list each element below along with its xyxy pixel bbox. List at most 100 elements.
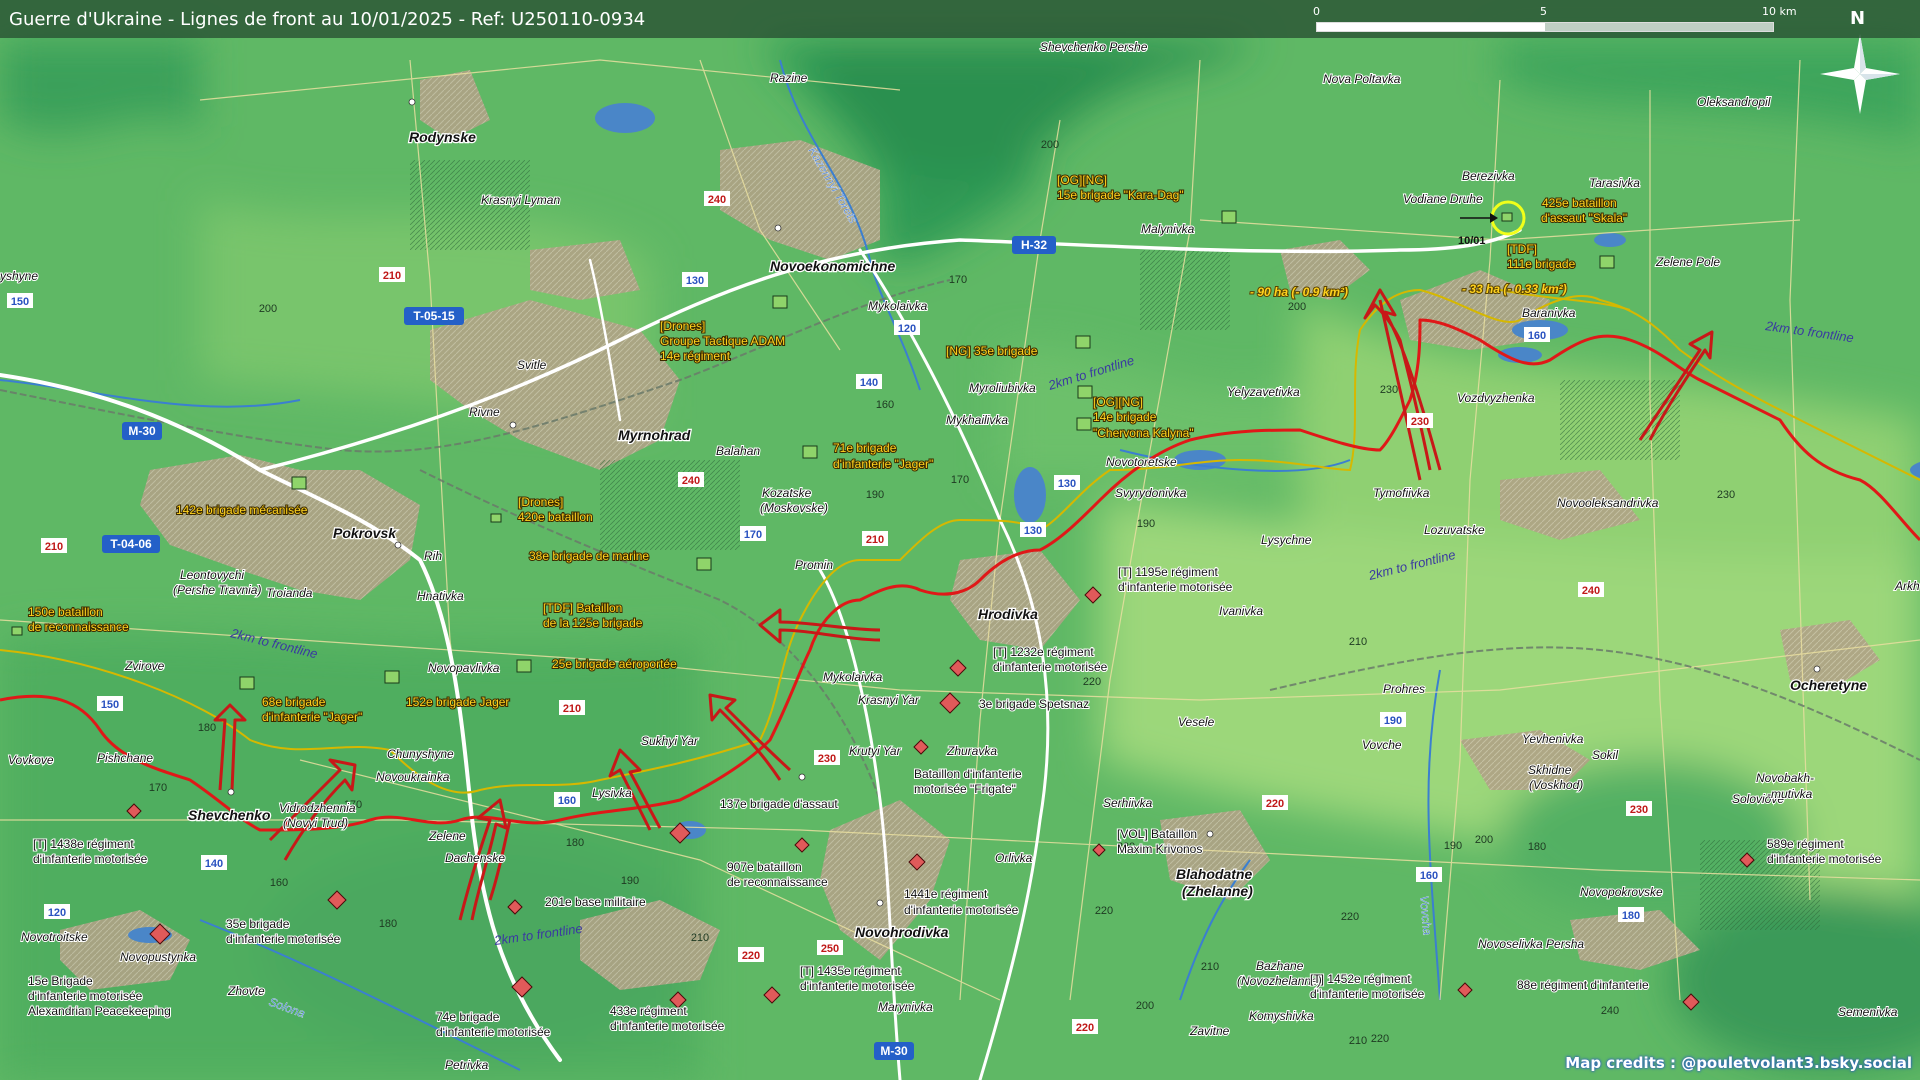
svg-text:15e brigade "Kara-Dag": 15e brigade "Kara-Dag" (1057, 188, 1184, 202)
svg-text:160: 160 (876, 399, 894, 411)
area-change-east: - 33 ha (- 0.33 km²) (1462, 282, 1567, 296)
rus-35e: 35e brigade (226, 917, 290, 931)
road-number: 140 (201, 855, 227, 870)
svg-text:Malynivka: Malynivka (1141, 222, 1195, 236)
svg-text:Razine: Razine (770, 71, 808, 85)
svg-text:200: 200 (259, 303, 277, 315)
svg-text:Novoukrainka: Novoukrainka (376, 770, 450, 784)
rus-1195e: [T] 1195e régiment (1118, 565, 1218, 579)
svg-text:Svyrydonivka: Svyrydonivka (1115, 486, 1187, 500)
svg-text:200: 200 (1475, 834, 1493, 846)
svg-text:240: 240 (708, 194, 726, 206)
svg-text:M-30: M-30 (880, 1044, 908, 1058)
road-number: 150 (7, 293, 33, 308)
town-pokrovsk: Pokrovsk (333, 525, 397, 541)
svg-text:Myroliubivka: Myroliubivka (969, 381, 1036, 395)
svg-text:d'infanterie motorisée: d'infanterie motorisée (436, 1025, 551, 1039)
town-hrodivka: Hrodivka (978, 606, 1038, 622)
svg-text:130: 130 (1058, 478, 1076, 490)
scale-label-5: 5 (1540, 5, 1547, 18)
svg-text:190: 190 (1137, 518, 1155, 530)
svg-text:200: 200 (1041, 139, 1059, 151)
svg-text:T-05-15: T-05-15 (413, 309, 455, 323)
svg-text:Pishchane: Pishchane (97, 751, 153, 765)
svg-text:d'infanterie motorisée: d'infanterie motorisée (1767, 852, 1882, 866)
svg-text:Vidrodzhennia: Vidrodzhennia (279, 801, 356, 815)
svg-text:Zelene: Zelene (428, 829, 466, 843)
svg-text:Baranivka: Baranivka (1522, 306, 1576, 320)
svg-text:Leontovychi: Leontovychi (180, 568, 244, 582)
svg-text:420e bataillon: 420e bataillon (518, 510, 593, 524)
ukr-420e-bataillon: [Drones] (518, 495, 563, 509)
road-number: 130 (1054, 475, 1080, 490)
svg-text:Lysychne: Lysychne (1261, 533, 1312, 547)
svg-text:Novotoretske: Novotoretske (1106, 455, 1177, 469)
svg-text:120: 120 (898, 323, 916, 335)
rus-frigate: Bataillon d'infanterie (914, 767, 1022, 781)
ukr-groupe-adam: [Drones] (660, 319, 705, 333)
svg-text:Zvirove: Zvirove (124, 659, 165, 673)
svg-text:Novooleksandrivka: Novooleksandrivka (1557, 496, 1659, 510)
svg-text:210: 210 (563, 703, 581, 715)
ukr-68e-brigade: 68e brigade (262, 695, 326, 709)
svg-text:210: 210 (45, 541, 63, 553)
svg-text:200: 200 (1288, 301, 1306, 313)
svg-text:Novobakh-: Novobakh- (1756, 771, 1814, 785)
svg-text:Lozuvatske: Lozuvatske (1424, 523, 1485, 537)
svg-text:Yelyzavetivka: Yelyzavetivka (1227, 385, 1300, 399)
road-number: 130 (1020, 522, 1046, 537)
scale-label-0: 0 (1313, 5, 1320, 18)
svg-text:220: 220 (1083, 676, 1101, 688)
svg-text:H-32: H-32 (1021, 238, 1047, 252)
svg-text:Krasnyi Yar: Krasnyi Yar (858, 693, 920, 707)
ukr-35e-brigade: [NG] 35e brigade (946, 344, 1038, 358)
rus-589e: 589e régiment (1767, 837, 1844, 851)
ukr-71e-brigade: 71e brigade (833, 441, 897, 455)
svg-text:210: 210 (1349, 1035, 1367, 1047)
svg-text:(Novozhelanne): (Novozhelanne) (1237, 974, 1322, 988)
svg-text:220: 220 (1371, 1033, 1389, 1045)
town-shevchenko: Shevchenko (188, 807, 271, 823)
map-credits: Map credits : @pouletvolant3.bsky.social (1565, 1054, 1912, 1072)
rus-907e: 907e bataillon (727, 860, 802, 874)
svg-text:230: 230 (1411, 416, 1429, 428)
svg-text:240: 240 (1601, 1005, 1619, 1017)
road-number: 130 (682, 272, 708, 287)
town-ocheretyne: Ocheretyne (1790, 677, 1867, 693)
svg-text:de reconnaissance: de reconnaissance (727, 875, 828, 889)
svg-text:yshyne: yshyne (0, 269, 38, 283)
svg-text:150: 150 (11, 296, 29, 308)
svg-text:"Chervona Kalyna": "Chervona Kalyna" (1093, 426, 1194, 440)
rus-maxim-krivonos: [VOL] Bataillon (1117, 827, 1197, 841)
rus-433e: 433e régiment (610, 1004, 687, 1018)
svg-text:Krutyi Yar: Krutyi Yar (849, 744, 902, 758)
svg-text:190: 190 (1384, 715, 1402, 727)
svg-text:180: 180 (566, 837, 584, 849)
svg-text:Dachenske: Dachenske (445, 851, 505, 865)
svg-text:180: 180 (1622, 910, 1640, 922)
svg-text:Svitle: Svitle (517, 358, 547, 372)
svg-text:Skhidne: Skhidne (1528, 763, 1572, 777)
town-blahodatne: Blahodatne (1176, 866, 1252, 882)
svg-text:190: 190 (866, 489, 884, 501)
svg-text:Troianda: Troianda (266, 586, 313, 600)
road-shield-t0515: T-05-15 (404, 307, 464, 325)
svg-text:Zhovte: Zhovte (227, 984, 265, 998)
svg-text:(Novyi Trud): (Novyi Trud) (283, 816, 348, 830)
svg-text:Lysivka: Lysivka (592, 786, 632, 800)
road-number: 120 (894, 320, 920, 335)
road-number: 120 (44, 904, 70, 919)
svg-text:210: 210 (691, 932, 709, 944)
road-shield-m30-a: M-30 (122, 422, 162, 440)
svg-text:Arkh: Arkh (1894, 579, 1920, 593)
svg-text:d'infanterie motorisée: d'infanterie motorisée (993, 660, 1108, 674)
road-number: 150 (97, 696, 123, 711)
svg-text:Alexandrian Peacekeeping: Alexandrian Peacekeeping (28, 1004, 171, 1018)
svg-text:motorisée "Frigate": motorisée "Frigate" (914, 782, 1016, 796)
svg-text:150: 150 (101, 699, 119, 711)
town-myrnohrad: Myrnohrad (618, 427, 691, 443)
svg-text:140: 140 (205, 858, 223, 870)
svg-text:Bazhane: Bazhane (1256, 959, 1304, 973)
map-canvas[interactable]: 2km to frontline 2km to frontline 2km to… (0, 0, 1920, 1080)
ukr-38e-brigade: 38e brigade de marine (529, 549, 649, 563)
